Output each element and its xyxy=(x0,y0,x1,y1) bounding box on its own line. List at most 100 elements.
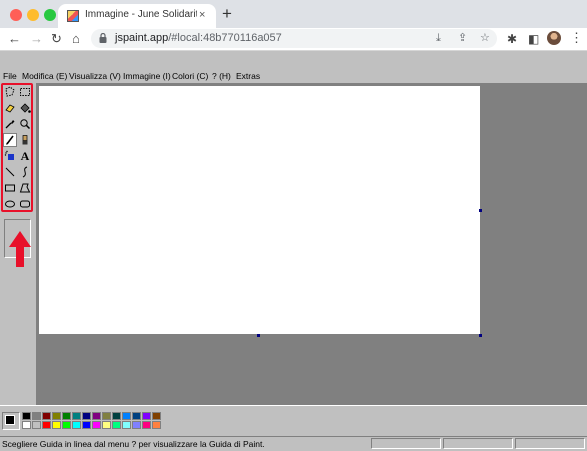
color-swatch[interactable] xyxy=(142,421,151,429)
color-box xyxy=(0,405,587,437)
text-tool[interactable]: A xyxy=(18,149,32,163)
eyedropper-icon xyxy=(5,120,15,129)
eraser-tool[interactable] xyxy=(3,101,17,115)
extensions-puzzle-icon[interactable]: ✱ xyxy=(507,31,517,47)
text-tool-icon: A xyxy=(20,149,30,163)
color-swatch[interactable] xyxy=(62,421,71,429)
color-swatch[interactable] xyxy=(132,412,141,420)
color-swatch[interactable] xyxy=(152,421,161,429)
color-swatch[interactable] xyxy=(92,412,101,420)
back-button[interactable]: ← xyxy=(8,30,21,48)
window-close-button[interactable] xyxy=(10,9,22,21)
rect-select-icon xyxy=(20,88,30,96)
color-swatch[interactable] xyxy=(82,412,91,420)
paint-bucket-icon xyxy=(20,103,31,113)
color-swatch[interactable] xyxy=(112,421,121,429)
color-swatch[interactable] xyxy=(22,412,31,420)
menu-colors[interactable]: Colori (C) xyxy=(172,69,208,83)
color-swatch[interactable] xyxy=(72,412,81,420)
forward-button[interactable]: → xyxy=(30,30,43,48)
menu-bar: File Modifica (E) Visualizza (V) Immagin… xyxy=(0,69,587,83)
color-swatch[interactable] xyxy=(22,421,31,429)
brush-icon xyxy=(22,135,28,145)
pencil-tool[interactable] xyxy=(3,133,17,147)
color-swatch[interactable] xyxy=(92,421,101,429)
magnifier-tool[interactable] xyxy=(18,117,32,131)
polygon-tool[interactable] xyxy=(18,181,32,195)
paint-app: File Modifica (E) Visualizza (V) Immagin… xyxy=(0,69,587,451)
address-bar[interactable]: jspaint.app/#local:48b770116a057 ⤓ ⇪ ☆ xyxy=(91,29,497,48)
reload-button[interactable]: ↻ xyxy=(51,30,62,48)
new-tab-button[interactable]: + xyxy=(222,5,232,23)
menu-image[interactable]: Immagine (I) xyxy=(123,69,171,83)
airbrush-tool[interactable] xyxy=(3,149,17,163)
window-minimize-button[interactable] xyxy=(27,9,39,21)
bookmark-star-icon[interactable]: ☆ xyxy=(480,31,490,45)
color-swatch[interactable] xyxy=(62,412,71,420)
browser-tab-active[interactable]: Immagine - June Solidarity Paint × xyxy=(58,4,216,28)
color-swatch[interactable] xyxy=(32,412,41,420)
select-tool[interactable] xyxy=(18,85,32,99)
ellipse-icon xyxy=(5,200,15,208)
rectangle-tool[interactable] xyxy=(3,181,17,195)
magnifier-icon xyxy=(20,119,31,130)
drawing-canvas[interactable] xyxy=(39,86,480,334)
pick-color-tool[interactable] xyxy=(3,117,17,131)
browser-toolbar: ← → ↻ ⌂ jspaint.app/#local:48b770116a057… xyxy=(0,28,587,51)
color-swatch[interactable] xyxy=(82,421,91,429)
resize-handle-corner[interactable] xyxy=(479,334,482,337)
status-extra-field xyxy=(515,438,585,449)
fill-tool[interactable] xyxy=(18,101,32,115)
curve-tool[interactable] xyxy=(18,165,32,179)
paint-favicon-icon xyxy=(67,10,79,22)
ellipse-tool[interactable] xyxy=(3,197,17,211)
color-swatch[interactable] xyxy=(122,412,131,420)
status-position-field xyxy=(371,438,441,449)
side-panel-icon[interactable]: ◧ xyxy=(528,31,539,47)
color-swatch[interactable] xyxy=(42,412,51,420)
resize-handle-right[interactable] xyxy=(479,209,482,212)
menu-extras[interactable]: Extras xyxy=(236,69,260,83)
color-swatch[interactable] xyxy=(42,421,51,429)
home-button[interactable]: ⌂ xyxy=(72,30,80,48)
install-app-icon[interactable]: ⤓ xyxy=(436,31,441,45)
url-host: jspaint.app xyxy=(115,32,169,44)
color-swatch[interactable] xyxy=(122,421,131,429)
profile-avatar[interactable] xyxy=(547,31,561,45)
brush-tool[interactable] xyxy=(18,133,32,147)
free-form-select-icon xyxy=(5,86,15,97)
current-colors-selector[interactable] xyxy=(2,412,20,430)
menu-file[interactable]: File xyxy=(3,69,17,83)
polygon-icon xyxy=(19,183,31,193)
color-swatch[interactable] xyxy=(72,421,81,429)
canvas-area xyxy=(36,83,587,405)
color-swatch[interactable] xyxy=(52,412,61,420)
browser-tab-strip: Immagine - June Solidarity Paint × + xyxy=(0,0,587,28)
menu-edit[interactable]: Modifica (E) xyxy=(22,69,67,83)
rounded-rectangle-icon xyxy=(20,200,30,208)
foreground-color xyxy=(5,415,15,425)
free-form-select-tool[interactable] xyxy=(3,85,17,99)
color-swatch[interactable] xyxy=(132,421,141,429)
eraser-icon xyxy=(5,104,15,113)
color-swatch[interactable] xyxy=(32,421,41,429)
color-swatch[interactable] xyxy=(152,412,161,420)
browser-menu-icon[interactable]: ⋮ xyxy=(570,30,583,46)
url-text: jspaint.app/#local:48b770116a057 xyxy=(115,32,282,44)
menu-help[interactable]: ? (H) xyxy=(212,69,231,83)
color-swatch[interactable] xyxy=(52,421,61,429)
resize-handle-bottom[interactable] xyxy=(257,334,260,337)
share-icon[interactable]: ⇪ xyxy=(458,31,467,45)
color-swatch[interactable] xyxy=(142,412,151,420)
color-swatch[interactable] xyxy=(102,412,111,420)
color-swatch[interactable] xyxy=(102,421,111,429)
line-tool[interactable] xyxy=(3,165,17,179)
menu-view[interactable]: Visualizza (V) xyxy=(69,69,121,83)
color-swatch[interactable] xyxy=(112,412,121,420)
rounded-rectangle-tool[interactable] xyxy=(18,197,32,211)
tab-close-icon[interactable]: × xyxy=(199,8,205,22)
window-zoom-button[interactable] xyxy=(44,9,56,21)
rectangle-icon xyxy=(5,184,15,192)
tab-title: Immagine - June Solidarity Paint xyxy=(85,9,197,20)
line-icon xyxy=(5,167,15,177)
